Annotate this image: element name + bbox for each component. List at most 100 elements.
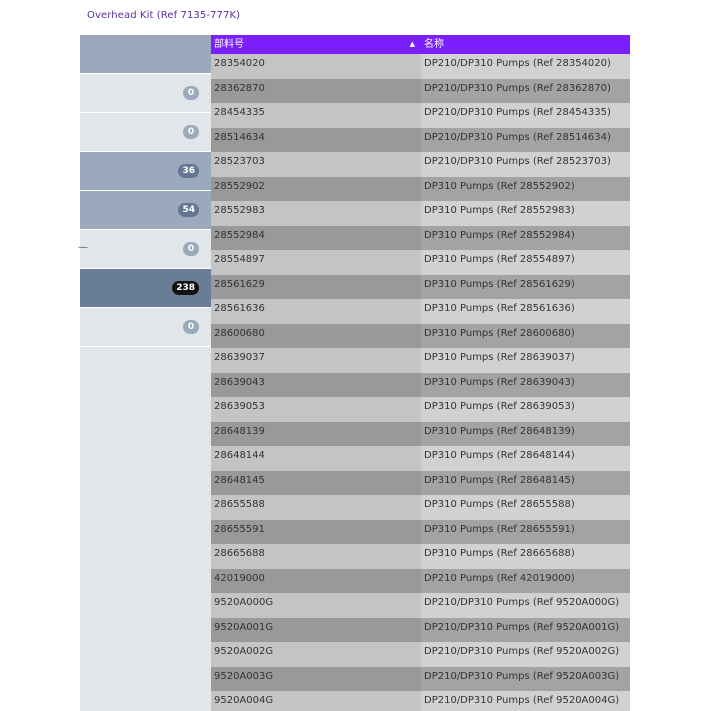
cell-name: DP310 Pumps (Ref 28639053) [421, 397, 630, 422]
cell-part-number: 28552902 [214, 180, 265, 192]
count-badge: 0 [183, 125, 199, 139]
grid-body: 28354020 DP210/DP310 Pumps (Ref 28354020)… [211, 54, 630, 711]
cell-name: DP310 Pumps (Ref 28600680) [421, 323, 630, 348]
sidebar-item-4[interactable]: 54 [80, 191, 211, 230]
page: Overhead Kit (Ref 7135-777K) 0 0 36 54—0 238… [0, 0, 711, 711]
table-row[interactable]: 9520A002G DP210/DP310 Pumps (Ref 9520A002… [211, 642, 630, 667]
cell-name: DP210/DP310 Pumps (Ref 28454335) [421, 103, 630, 128]
sidebar-item-7[interactable]: 0 [80, 308, 211, 347]
sidebar-item-6[interactable]: 238 [80, 269, 211, 308]
cell-name: DP210/DP310 Pumps (Ref 9520A001G) [421, 617, 630, 642]
breadcrumb[interactable]: Overhead Kit (Ref 7135-777K) [87, 10, 240, 21]
table-row[interactable]: 28665688 DP310 Pumps (Ref 28665688) [211, 544, 630, 569]
cell-name: DP210/DP310 Pumps (Ref 28362870) [421, 78, 630, 103]
cell-name: DP310 Pumps (Ref 28561629) [421, 274, 630, 299]
table-row[interactable]: 28552983 DP310 Pumps (Ref 28552983) [211, 201, 630, 226]
cell-name: DP210 Pumps (Ref 42019000) [421, 568, 630, 593]
cell-name: DP210/DP310 Pumps (Ref 9520A000G) [421, 593, 630, 618]
cell-name: DP210/DP310 Pumps (Ref 9520A003G) [421, 666, 630, 691]
cell-name: DP310 Pumps (Ref 28552902) [421, 176, 630, 201]
table-row[interactable]: 28552984 DP310 Pumps (Ref 28552984) [211, 225, 630, 250]
cell-part-number: 28523703 [214, 156, 265, 167]
table-row[interactable]: 9520A001G DP210/DP310 Pumps (Ref 9520A001… [211, 617, 630, 642]
cell-part-number: 28655591 [214, 523, 265, 535]
table-row[interactable]: 28362870 DP210/DP310 Pumps (Ref 28362870) [211, 78, 630, 103]
table-row[interactable]: 9520A004G DP210/DP310 Pumps (Ref 9520A004… [211, 691, 630, 711]
table-row[interactable]: 42019000 DP210 Pumps (Ref 42019000) [211, 568, 630, 593]
table-row[interactable]: 28552902 DP310 Pumps (Ref 28552902) [211, 176, 630, 201]
sidebar-item-5[interactable]: —0 [78, 230, 211, 269]
cell-name: DP310 Pumps (Ref 28648145) [421, 470, 630, 495]
table-row[interactable]: 28354020 DP210/DP310 Pumps (Ref 28354020) [211, 54, 630, 79]
cell-part-number: 9520A001G [214, 621, 274, 633]
cell-name: DP310 Pumps (Ref 28552984) [421, 225, 630, 250]
count-badge: 238 [172, 281, 199, 295]
count-badge: 36 [178, 164, 199, 178]
cell-part-number: 28552983 [214, 205, 265, 216]
cell-part-number: 28648145 [214, 474, 265, 486]
table-row[interactable]: 9520A000G DP210/DP310 Pumps (Ref 9520A000… [211, 593, 630, 618]
cell-part-number: 28655588 [214, 499, 265, 510]
table-row[interactable]: 28454335 DP210/DP310 Pumps (Ref 28454335) [211, 103, 630, 128]
sidebar-item-1[interactable]: 0 [80, 74, 211, 113]
cell-name: DP310 Pumps (Ref 28648144) [421, 446, 630, 471]
table-row[interactable]: 28639043 DP310 Pumps (Ref 28639043) [211, 372, 630, 397]
sidebar-item-3[interactable]: 36 [80, 152, 211, 191]
cell-name: DP210/DP310 Pumps (Ref 28523703) [421, 152, 630, 177]
count-badge: 0 [183, 320, 199, 334]
table-row[interactable]: 28655588 DP310 Pumps (Ref 28655588) [211, 495, 630, 520]
cell-name: DP310 Pumps (Ref 28665688) [421, 544, 630, 569]
count-badge: 0 [183, 86, 199, 100]
cell-name: DP310 Pumps (Ref 28655591) [421, 519, 630, 544]
table-row[interactable]: 28514634 DP210/DP310 Pumps (Ref 28514634) [211, 127, 630, 152]
table-row[interactable]: 28648139 DP310 Pumps (Ref 28648139) [211, 421, 630, 446]
cell-part-number: 28648139 [214, 425, 265, 437]
column-header-name[interactable]: 名称 [421, 35, 630, 54]
table-row[interactable]: 28561629 DP310 Pumps (Ref 28561629) [211, 274, 630, 299]
cell-name: DP310 Pumps (Ref 28639043) [421, 372, 630, 397]
cell-name: DP210/DP310 Pumps (Ref 28514634) [421, 127, 630, 152]
cell-name: DP210/DP310 Pumps (Ref 9520A002G) [421, 642, 630, 667]
column-header-name-label: 名称 [424, 39, 444, 50]
table-row[interactable]: 28600680 DP310 Pumps (Ref 28600680) [211, 323, 630, 348]
cell-name: DP210/DP310 Pumps (Ref 28354020) [421, 54, 630, 79]
table-row[interactable]: 28639053 DP310 Pumps (Ref 28639053) [211, 397, 630, 422]
cell-part-number: 28552984 [214, 229, 265, 241]
cell-name: DP310 Pumps (Ref 28655588) [421, 495, 630, 520]
sidebar-item-label: — [78, 242, 88, 253]
table-row[interactable]: 9520A003G DP210/DP310 Pumps (Ref 9520A003… [211, 666, 630, 691]
sidebar-item-0[interactable] [80, 35, 211, 74]
cell-part-number: 9520A003G [214, 670, 274, 682]
table-row[interactable]: 28523703 DP210/DP310 Pumps (Ref 28523703) [211, 152, 630, 177]
table-row[interactable]: 28554897 DP310 Pumps (Ref 28554897) [211, 250, 630, 275]
cell-part-number: 28514634 [214, 131, 265, 143]
cell-part-number: 28561629 [214, 278, 265, 290]
sidebar: 0 0 36 54 —0 238 0 [78, 35, 211, 711]
table-row[interactable]: 28655591 DP310 Pumps (Ref 28655591) [211, 519, 630, 544]
table-row[interactable]: 28648144 DP310 Pumps (Ref 28648144) [211, 446, 630, 471]
cell-part-number: 28454335 [214, 107, 265, 118]
column-header-part-number-label: 部料号 [214, 39, 244, 50]
cell-part-number: 28362870 [214, 82, 265, 94]
table-row[interactable]: 28561636 DP310 Pumps (Ref 28561636) [211, 299, 630, 324]
cell-part-number: 28648144 [214, 450, 265, 461]
cell-part-number: 42019000 [214, 572, 265, 584]
cell-part-number: 28554897 [214, 254, 265, 265]
column-header-part-number[interactable]: 部料号 ▲ [211, 35, 421, 54]
sort-ascending-icon[interactable]: ▲ [410, 35, 415, 54]
cell-name: DP310 Pumps (Ref 28639037) [421, 348, 630, 373]
cell-name: DP310 Pumps (Ref 28552983) [421, 201, 630, 226]
cell-part-number: 28639037 [214, 352, 265, 363]
cell-name: DP210/DP310 Pumps (Ref 9520A004G) [421, 691, 630, 711]
cell-name: DP310 Pumps (Ref 28561636) [421, 299, 630, 324]
cell-part-number: 9520A000G [214, 597, 274, 608]
grid-header: 部料号 ▲ 名称 [211, 35, 630, 54]
sidebar-item-2[interactable]: 0 [80, 113, 211, 152]
table-row[interactable]: 28648145 DP310 Pumps (Ref 28648145) [211, 470, 630, 495]
count-badge: 54 [178, 203, 199, 217]
cell-part-number: 9520A004G [214, 695, 274, 706]
cell-name: DP310 Pumps (Ref 28648139) [421, 421, 630, 446]
cell-part-number: 28665688 [214, 548, 265, 559]
cell-part-number: 28600680 [214, 327, 265, 339]
table-row[interactable]: 28639037 DP310 Pumps (Ref 28639037) [211, 348, 630, 373]
